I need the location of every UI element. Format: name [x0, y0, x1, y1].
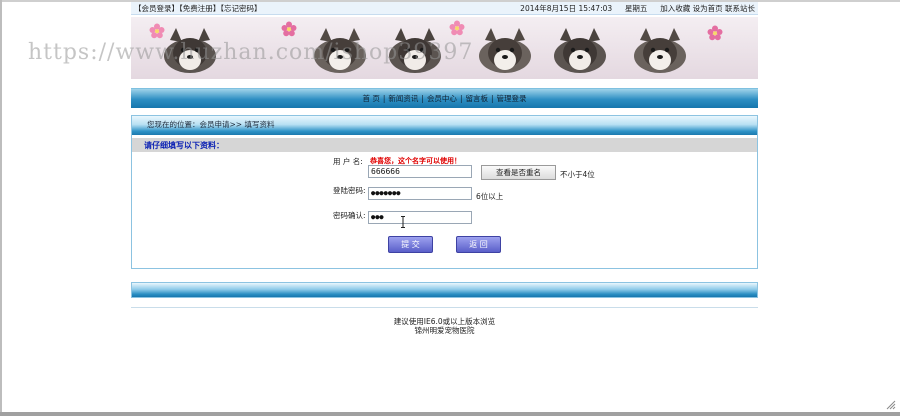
add-favorite-link[interactable]: 加入收藏	[660, 4, 690, 13]
nav-item-news[interactable]: 新闻资讯	[388, 94, 418, 103]
current-datetime: 2014年8月15日 15:47:03	[520, 4, 613, 13]
username-label: 用 户 名:	[333, 157, 363, 166]
confirm-password-input[interactable]: ●●●	[368, 211, 472, 224]
site-owner-name: 锦州明爱宠物医院	[414, 326, 475, 335]
form-heading: 请仔细填写以下资料：	[144, 140, 224, 150]
username-hint: 不小于4位	[560, 170, 595, 179]
puppy-image	[554, 28, 606, 73]
breadcrumb: 您现在的位置：会员申请>> 填写资料	[147, 120, 275, 129]
password-input[interactable]: ●●●●●●●	[368, 187, 472, 200]
breadcrumb-bar: 您现在的位置：会员申请>> 填写资料	[132, 116, 757, 135]
resize-grip-icon[interactable]	[884, 398, 896, 410]
password-label: 登陆密码:	[333, 186, 366, 195]
watermark-text: https://www.huzhan.com/ishop39397	[28, 40, 474, 65]
site-tools: 2014年8月15日 15:47:03 星期五 加入收藏 设为首页 联系站长	[520, 2, 755, 15]
nav-separator: |	[382, 94, 386, 103]
submit-button[interactable]: 提 交	[388, 236, 433, 253]
username-input[interactable]: 666666	[368, 165, 472, 178]
top-bar: 【会员登录】【免费注册】【忘记密码】 2014年8月15日 15:47:03 星…	[131, 2, 758, 15]
puppy-image	[634, 28, 686, 73]
account-links: 【会员登录】【免费注册】【忘记密码】	[134, 2, 262, 15]
text-cursor-icon	[401, 216, 405, 228]
footer-bar	[131, 282, 758, 298]
confirm-password-label: 密码确认:	[333, 211, 366, 220]
nav-separator: |	[421, 94, 424, 103]
main-nav: 首 页 | 新闻资讯 | 会员中心 | 留言板 | 管理登录	[131, 93, 758, 105]
set-homepage-link[interactable]: 设为首页	[693, 4, 723, 13]
nav-item-admin-login[interactable]: 管理登录	[497, 94, 527, 103]
window-bottom-edge	[0, 412, 900, 416]
flower-icon	[281, 21, 297, 37]
form-heading-bar: 请仔细填写以下资料：	[132, 138, 757, 152]
member-login-link[interactable]: 【会员登录】	[134, 4, 179, 13]
current-weekday: 星期五	[624, 4, 648, 13]
check-username-button[interactable]: 查看是否重名	[481, 165, 556, 180]
forgot-password-link[interactable]: 【忘记密码】	[220, 4, 261, 13]
nav-item-guestbook[interactable]: 留言板	[465, 94, 488, 103]
flower-icon	[449, 20, 465, 36]
nav-separator: |	[490, 94, 494, 103]
puppy-image	[479, 28, 531, 73]
footer-divider	[131, 307, 758, 308]
password-hint: 6位以上	[476, 192, 504, 201]
nav-item-home[interactable]: 首 页	[362, 94, 379, 103]
nav-item-member-center[interactable]: 会员中心	[427, 94, 457, 103]
window-left-edge	[0, 0, 2, 416]
flower-icon	[707, 25, 723, 41]
nav-separator: |	[459, 94, 463, 103]
contact-admin-link[interactable]: 联系站长	[725, 4, 755, 13]
free-register-link[interactable]: 【免费注册】	[179, 4, 220, 13]
back-button[interactable]: 返 回	[456, 236, 501, 253]
